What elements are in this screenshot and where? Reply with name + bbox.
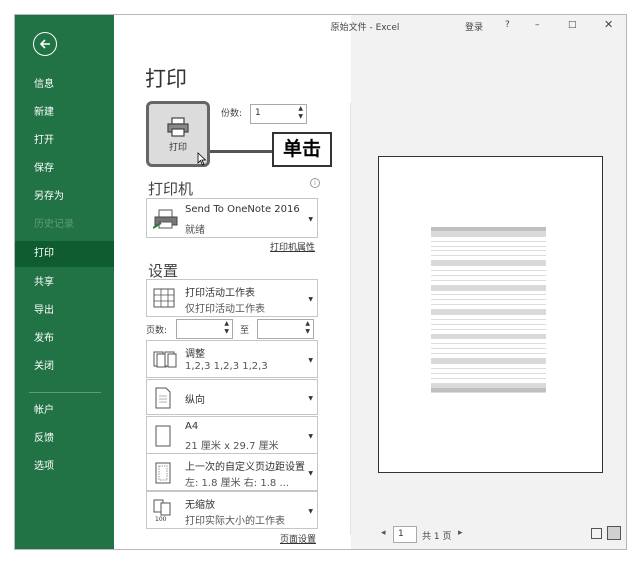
sidebar-item-save-as[interactable]: 另存为 [15, 184, 114, 210]
scaling-dropdown[interactable]: 100 无缩放 打印实际大小的工作表 ▼ [146, 491, 318, 529]
scaling-desc: 打印实际大小的工作表 [185, 516, 285, 527]
printer-status: 就绪 [185, 225, 205, 236]
printer-dropdown[interactable]: Send To OneNote 2016 就绪 ▼ [146, 198, 318, 238]
sidebar-item-feedback[interactable]: 反馈 [15, 426, 114, 452]
zoom-to-page-icon[interactable] [607, 526, 621, 540]
click-callout: 单击 [272, 132, 332, 167]
stepper-arrows-icon[interactable]: ▲ ▼ [305, 320, 310, 336]
help-button[interactable]: ? [505, 20, 510, 30]
pages-from-stepper[interactable]: ▲ ▼ [176, 319, 233, 339]
stepper-arrows-icon[interactable]: ▲ ▼ [224, 320, 229, 336]
margins-title: 上一次的自定义页边距设置 [185, 462, 305, 473]
paper-icon [155, 425, 171, 447]
sidebar-item-new[interactable]: 新建 [15, 100, 114, 126]
printer-properties-link[interactable]: 打印机属性 [270, 240, 315, 253]
printer-name: Send To OneNote 2016 [185, 204, 300, 215]
sidebar-item-close[interactable]: 关闭 [15, 354, 114, 380]
pages-label: 页数: [146, 326, 168, 336]
copies-value: 1 [255, 108, 261, 118]
preview-spreadsheet-thumbnail [431, 227, 546, 394]
settings-section-title: 设置 [148, 262, 179, 280]
portrait-page-icon [155, 387, 171, 409]
column-divider [350, 103, 351, 535]
chevron-down-icon: ▼ [308, 508, 313, 515]
margins-desc: 左: 1.8 厘米 右: 1.8 ... [185, 478, 289, 489]
back-arrow-icon[interactable] [33, 32, 57, 56]
paper-size-desc: 21 厘米 x 29.7 厘米 [185, 441, 279, 452]
paper-size-dropdown[interactable]: A4 21 厘米 x 29.7 厘米 ▼ [146, 416, 318, 454]
scaling-icon: 100 [153, 499, 171, 523]
show-margins-icon[interactable] [591, 528, 602, 539]
sidebar-item-open[interactable]: 打开 [15, 128, 114, 154]
minimize-button[interactable]: – [535, 20, 540, 30]
sidebar-divider [29, 392, 101, 393]
chevron-down-icon: ▼ [308, 216, 313, 223]
copies-label: 份数: [221, 109, 243, 119]
sidebar-item-export[interactable]: 导出 [15, 298, 114, 324]
orientation-dropdown[interactable]: 纵向 ▼ [146, 379, 318, 415]
callout-connector [210, 150, 272, 153]
svg-text:100: 100 [155, 516, 167, 523]
collate-dropdown[interactable]: 调整 1,2,3 1,2,3 1,2,3 ▼ [146, 340, 318, 378]
chevron-down-icon: ▼ [308, 433, 313, 440]
paper-size-title: A4 [185, 421, 199, 432]
close-button[interactable]: ✕ [604, 18, 613, 31]
sidebar-item-print[interactable]: 打印 [15, 241, 114, 267]
sidebar-item-share[interactable]: 共享 [15, 270, 114, 296]
collate-title: 调整 [185, 349, 205, 360]
print-scope-dropdown[interactable]: 打印活动工作表 仅打印活动工作表 ▼ [146, 279, 318, 317]
pages-to-label: 至 [240, 326, 250, 336]
prev-page-button[interactable]: ◂ [381, 528, 386, 538]
sidebar-item-account[interactable]: 帐户 [15, 398, 114, 424]
print-preview-page [378, 156, 603, 473]
sidebar-item-save[interactable]: 保存 [15, 156, 114, 182]
sidebar-item-options[interactable]: 选项 [15, 454, 114, 480]
printer-icon [167, 117, 189, 137]
sidebar-item-history: 历史记录 [34, 219, 74, 230]
orientation-value: 纵向 [185, 395, 205, 406]
sheet-grid-icon [153, 288, 175, 308]
next-page-button[interactable]: ▸ [458, 528, 463, 538]
sidebar-item-info[interactable]: 信息 [15, 72, 114, 98]
scaling-title: 无缩放 [185, 500, 215, 511]
info-icon[interactable]: i [310, 178, 320, 188]
chevron-down-icon: ▼ [308, 296, 313, 303]
chevron-down-icon: ▼ [308, 395, 313, 402]
copies-stepper[interactable]: 1 ▲ ▼ [250, 104, 307, 124]
margins-dropdown[interactable]: 上一次的自定义页边距设置 左: 1.8 厘米 右: 1.8 ... ▼ [146, 453, 318, 491]
page-number-input[interactable]: 1 [393, 526, 417, 543]
pages-to-stepper[interactable]: ▲ ▼ [257, 319, 314, 339]
print-scope-desc: 仅打印活动工作表 [185, 304, 265, 315]
stepper-arrows-icon[interactable]: ▲ ▼ [298, 105, 303, 121]
maximize-button[interactable]: □ [568, 20, 577, 30]
chevron-down-icon: ▼ [308, 470, 313, 477]
collate-desc: 1,2,3 1,2,3 1,2,3 [185, 361, 268, 372]
page-setup-link[interactable]: 页面设置 [280, 532, 316, 545]
sign-in-link[interactable]: 登录 [465, 20, 483, 33]
page-total: 共 1 页 [422, 532, 452, 542]
collate-pages-icon [153, 351, 177, 368]
printer-section-title: 打印机 [148, 180, 194, 198]
sidebar: 信息 新建 打开 保存 另存为 历史记录 打印 共享 导出 发布 关闭 帐户 反… [15, 15, 114, 549]
sidebar-item-publish[interactable]: 发布 [15, 326, 114, 352]
print-scope-title: 打印活动工作表 [185, 288, 255, 299]
margins-icon [155, 462, 171, 484]
page-title: 打印 [145, 67, 187, 91]
chevron-down-icon: ▼ [308, 357, 313, 364]
mouse-cursor-icon [197, 152, 207, 166]
printer-device-icon [153, 209, 178, 229]
backstage-window: 信息 新建 打开 保存 另存为 历史记录 打印 共享 导出 发布 关闭 帐户 反… [14, 14, 627, 550]
